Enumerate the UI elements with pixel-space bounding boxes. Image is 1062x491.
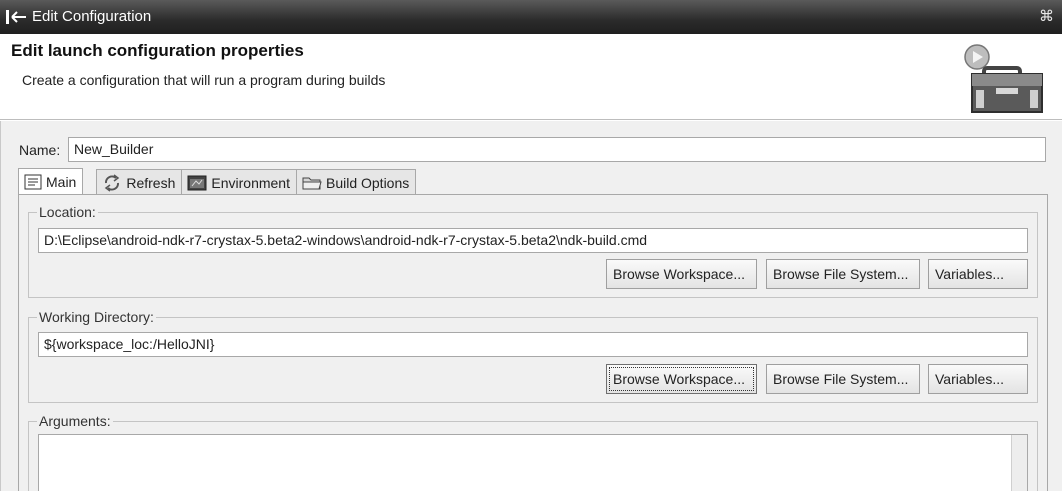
- location-browse-file-system-button[interactable]: Browse File System...: [766, 259, 920, 289]
- page-title: Edit launch configuration properties: [11, 41, 304, 60]
- location-variables-button[interactable]: Variables...: [928, 259, 1028, 289]
- tab-build-options-label: Build Options: [325, 174, 410, 191]
- tab-environment[interactable]: Environment: [181, 169, 297, 195]
- refresh-icon: [105, 173, 120, 192]
- page-description: Create a configuration that will run a p…: [22, 72, 386, 88]
- working-directory-browse-file-system-button[interactable]: Browse File System...: [766, 364, 920, 394]
- tab-environment-label: Environment: [211, 174, 290, 191]
- location-browse-workspace-button[interactable]: Browse Workspace...: [606, 259, 757, 289]
- tab-bar: Main Refresh Environment Build Options: [18, 168, 417, 195]
- arguments-label: Arguments:: [37, 413, 113, 429]
- window-title: Edit Configuration: [32, 8, 152, 25]
- tab-build-options[interactable]: Build Options: [295, 169, 417, 195]
- tab-refresh-label: Refresh: [126, 174, 176, 191]
- name-input[interactable]: New_Builder: [68, 137, 1046, 162]
- back-arrow-icon: [6, 10, 26, 24]
- tab-main-label: Main: [46, 174, 77, 190]
- environment-icon: [187, 175, 207, 190]
- location-input[interactable]: D:\Eclipse\android-ndk-r7-crystax-5.beta…: [38, 228, 1028, 253]
- arguments-textarea[interactable]: [38, 434, 1028, 491]
- header-banner: Edit launch configuration properties Cre…: [0, 34, 1062, 120]
- window-title-bar[interactable]: Edit Configuration ⌘: [0, 0, 1062, 34]
- close-icon[interactable]: ⌘: [1039, 7, 1054, 25]
- working-directory-input[interactable]: ${workspace_loc:/HelloJNI}: [38, 332, 1028, 357]
- working-directory-label: Working Directory:: [37, 309, 156, 325]
- main-tab-icon: [24, 174, 42, 190]
- tab-main[interactable]: Main: [18, 168, 84, 195]
- location-label: Location:: [37, 204, 98, 220]
- arguments-scrollbar[interactable]: [1011, 435, 1027, 491]
- working-directory-browse-workspace-button[interactable]: Browse Workspace...: [606, 364, 757, 394]
- name-label: Name:: [19, 142, 61, 158]
- tab-refresh[interactable]: Refresh: [96, 169, 183, 195]
- working-directory-variables-button[interactable]: Variables...: [928, 364, 1028, 394]
- toolbox-icon: [964, 44, 1043, 113]
- folder-icon: [302, 177, 322, 189]
